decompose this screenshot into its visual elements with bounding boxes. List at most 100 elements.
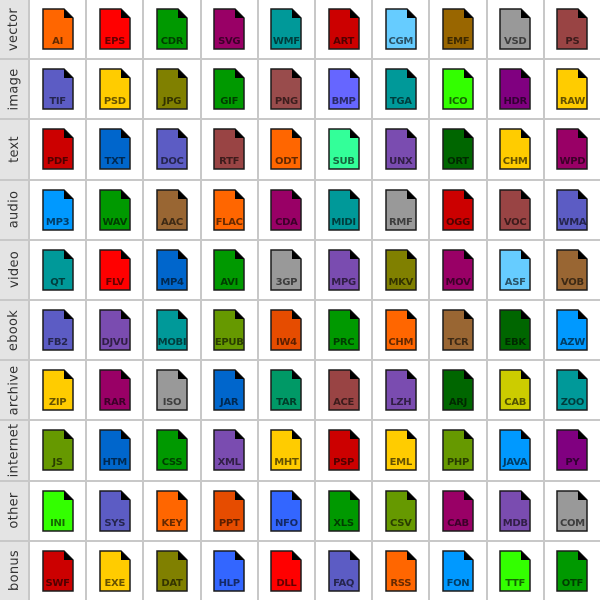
file-icon-cell-flv[interactable]: FLV	[87, 240, 143, 299]
file-icon-cell-qt[interactable]: QT	[30, 240, 86, 299]
file-icon-cell-ps[interactable]: PS	[544, 0, 600, 59]
file-icon-cell-key[interactable]: KEY	[144, 481, 200, 540]
file-icon-cell-ico[interactable]: ICO	[430, 60, 486, 119]
file-icon-cell-cgm[interactable]: CGM	[373, 0, 429, 59]
file-icon-cell-swf[interactable]: SWF	[30, 541, 86, 600]
file-icon-cell-tif[interactable]: TIF	[30, 60, 86, 119]
file-icon-cell-com[interactable]: COM	[544, 481, 600, 540]
file-icon-cell-nfo[interactable]: NFO	[258, 481, 314, 540]
file-icon-cell-art[interactable]: ART	[316, 0, 372, 59]
file-icon-cell-gif[interactable]: GIF	[201, 60, 257, 119]
file-icon-cell-avi[interactable]: AVI	[201, 240, 257, 299]
file-icon-cell-png[interactable]: PNG	[258, 60, 314, 119]
file-icon-cell-tar[interactable]: TAR	[258, 361, 314, 420]
file-icon-cell-js[interactable]: JS	[30, 421, 86, 480]
file-icon-cell-raw[interactable]: RAW	[544, 60, 600, 119]
file-icon-cell-azw[interactable]: AZW	[544, 301, 600, 360]
file-icon-cell-vob[interactable]: VOB	[544, 240, 600, 299]
file-icon-cell-asf[interactable]: ASF	[487, 240, 543, 299]
file-icon-cell-faq[interactable]: FAQ	[316, 541, 372, 600]
file-icon-cell-chm[interactable]: CHM	[373, 301, 429, 360]
file-icon-cell-mobi[interactable]: MOBI	[144, 301, 200, 360]
file-icon-cell-midi[interactable]: MIDI	[316, 180, 372, 239]
file-icon-cell-cab[interactable]: CAB	[430, 481, 486, 540]
file-icon-cell-voc[interactable]: VOC	[487, 180, 543, 239]
file-icon-cell-ppt[interactable]: PPT	[201, 481, 257, 540]
file-icon-cell-exe[interactable]: EXE	[87, 541, 143, 600]
file-icon-cell-psd[interactable]: PSD	[87, 60, 143, 119]
file-icon-cell-rar[interactable]: RAR	[87, 361, 143, 420]
file-icon-cell-aac[interactable]: AAC	[144, 180, 200, 239]
file-icon-cell-hlp[interactable]: HLP	[201, 541, 257, 600]
file-icon-cell-htm[interactable]: HTM	[87, 421, 143, 480]
file-icon-cell-csv[interactable]: CSV	[373, 481, 429, 540]
file-icon-cell-rss[interactable]: RSS	[373, 541, 429, 600]
file-icon-cell-otf[interactable]: OTF	[544, 541, 600, 600]
file-icon-cell-arj[interactable]: ARJ	[430, 361, 486, 420]
file-icon-cell-ini[interactable]: INI	[30, 481, 86, 540]
file-icon-cell-iw4[interactable]: IW4	[258, 301, 314, 360]
file-icon-cell-css[interactable]: CSS	[144, 421, 200, 480]
file-icon-cell-zip[interactable]: ZIP	[30, 361, 86, 420]
file-icon-cell-mp3[interactable]: MP3	[30, 180, 86, 239]
file-icon-cell-ace[interactable]: ACE	[316, 361, 372, 420]
file-icon-cell-odt[interactable]: ODT	[258, 120, 314, 179]
file-icon-cell-php[interactable]: PHP	[430, 421, 486, 480]
file-icon-cell-rmf[interactable]: RMF	[373, 180, 429, 239]
file-icon-cell-unx[interactable]: UNX	[373, 120, 429, 179]
file-icon-cell-mov[interactable]: MOV	[430, 240, 486, 299]
file-icon-cell-tcr[interactable]: TCR	[430, 301, 486, 360]
file-icon-cell-cdr[interactable]: CDR	[144, 0, 200, 59]
file-icon-cell-zoo[interactable]: ZOO	[544, 361, 600, 420]
file-icon-cell-emf[interactable]: EMF	[430, 0, 486, 59]
file-icon-cell-cda[interactable]: CDA	[258, 180, 314, 239]
file-icon-cell-mht[interactable]: MHT	[258, 421, 314, 480]
file-icon-cell-ogg[interactable]: OGG	[430, 180, 486, 239]
file-icon-cell-mkv[interactable]: MKV	[373, 240, 429, 299]
file-icon-cell-svg[interactable]: SVG	[201, 0, 257, 59]
file-icon-cell-flac[interactable]: FLAC	[201, 180, 257, 239]
file-icon-cell-py[interactable]: PY	[544, 421, 600, 480]
file-icon-cell-3gp[interactable]: 3GP	[258, 240, 314, 299]
file-icon-cell-mpg[interactable]: MPG	[316, 240, 372, 299]
file-icon-cell-bmp[interactable]: BMP	[316, 60, 372, 119]
file-icon-cell-ebk[interactable]: EBK	[487, 301, 543, 360]
file-icon-cell-xls[interactable]: XLS	[316, 481, 372, 540]
file-icon-cell-iso[interactable]: ISO	[144, 361, 200, 420]
file-icon-cell-mp4[interactable]: MP4	[144, 240, 200, 299]
file-icon-cell-wav[interactable]: WAV	[87, 180, 143, 239]
file-icon-cell-wmf[interactable]: WMF	[258, 0, 314, 59]
file-icon-cell-psp[interactable]: PSP	[316, 421, 372, 480]
file-icon-cell-xml[interactable]: XML	[201, 421, 257, 480]
file-icon-cell-dat[interactable]: DAT	[144, 541, 200, 600]
file-icon-cell-vsd[interactable]: VSD	[487, 0, 543, 59]
file-icon-cell-ort[interactable]: ORT	[430, 120, 486, 179]
file-icon-cell-txt[interactable]: TXT	[87, 120, 143, 179]
file-icon-cell-ai[interactable]: AI	[30, 0, 86, 59]
file-icon-cell-jpg[interactable]: JPG	[144, 60, 200, 119]
file-icon-cell-java[interactable]: JAVA	[487, 421, 543, 480]
file-icon-cell-epub[interactable]: EPUB	[201, 301, 257, 360]
file-icon-cell-eps[interactable]: EPS	[87, 0, 143, 59]
file-icon-cell-chm[interactable]: CHM	[487, 120, 543, 179]
file-icon-cell-fon[interactable]: FON	[430, 541, 486, 600]
file-icon-cell-hdr[interactable]: HDR	[487, 60, 543, 119]
file-icon-cell-sub[interactable]: SUB	[316, 120, 372, 179]
file-icon-cell-doc[interactable]: DOC	[144, 120, 200, 179]
file-icon-cell-jar[interactable]: JAR	[201, 361, 257, 420]
file-icon-cell-wpd[interactable]: WPD	[544, 120, 600, 179]
file-icon-cell-dll[interactable]: DLL	[258, 541, 314, 600]
file-icon-cell-ttf[interactable]: TTF	[487, 541, 543, 600]
file-icon-cell-eml[interactable]: EML	[373, 421, 429, 480]
file-icon-cell-fb2[interactable]: FB2	[30, 301, 86, 360]
file-icon-cell-pdf[interactable]: PDF	[30, 120, 86, 179]
file-icon-cell-cab[interactable]: CAB	[487, 361, 543, 420]
file-icon-cell-rtf[interactable]: RTF	[201, 120, 257, 179]
file-icon-cell-prc[interactable]: PRC	[316, 301, 372, 360]
file-icon-cell-tga[interactable]: TGA	[373, 60, 429, 119]
file-icon-cell-djvu[interactable]: DJVU	[87, 301, 143, 360]
file-icon-cell-wma[interactable]: WMA	[544, 180, 600, 239]
file-icon-cell-sys[interactable]: SYS	[87, 481, 143, 540]
file-icon-cell-lzh[interactable]: LZH	[373, 361, 429, 420]
file-icon-cell-mdb[interactable]: MDB	[487, 481, 543, 540]
